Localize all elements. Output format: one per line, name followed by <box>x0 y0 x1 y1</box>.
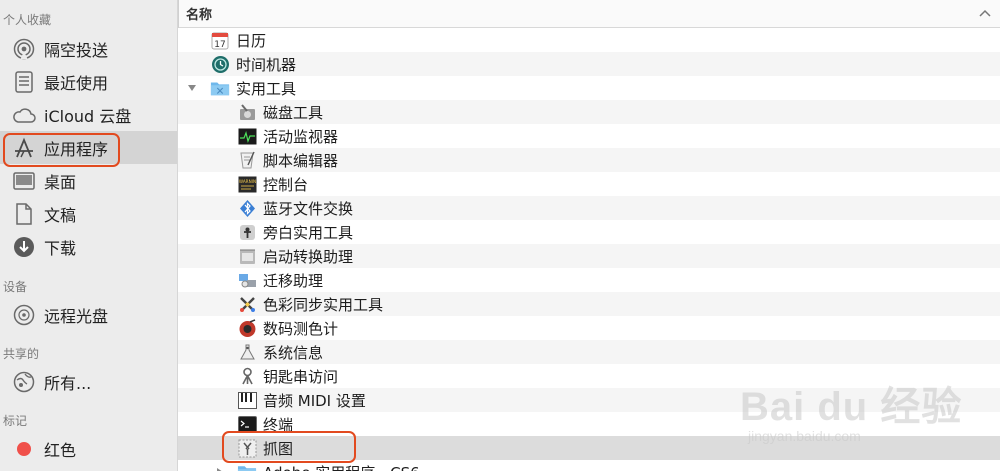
disclosure-collapsed-icon[interactable] <box>214 466 226 471</box>
list-item-label: 蓝牙文件交换 <box>263 199 354 218</box>
system-information-icon <box>237 342 257 362</box>
list-item-time-machine[interactable]: 时间机器 <box>178 52 1000 76</box>
airdrop-icon <box>12 37 36 61</box>
list-item-label: 迁移助理 <box>263 271 324 290</box>
migration-assistant-icon <box>237 270 257 290</box>
list-item-colorsync[interactable]: 色彩同步实用工具 <box>178 292 1000 316</box>
list-item-label: 启动转换助理 <box>263 247 354 266</box>
watermark-url: jingyan.baidu.com <box>748 428 861 444</box>
list-item-migration-assistant[interactable]: 迁移助理 <box>178 268 1000 292</box>
calendar-icon: 17 <box>210 30 230 50</box>
sidebar-item-network-all[interactable]: 所有... <box>0 365 177 398</box>
disk-utility-icon <box>237 102 257 122</box>
red-tag-icon <box>12 437 36 461</box>
sidebar-section-favorites: 个人收藏 <box>3 13 52 27</box>
console-icon: WARNIN <box>237 174 257 194</box>
sidebar-item-tag-red[interactable]: 红色 <box>0 432 177 465</box>
chevron-up-icon[interactable] <box>978 6 992 25</box>
column-header-label: 名称 <box>186 8 213 23</box>
calendar-day: 17 <box>214 40 225 50</box>
list-item-label: 系统信息 <box>263 343 324 362</box>
sidebar-item-recents[interactable]: 最近使用 <box>0 65 177 98</box>
list-item-digital-color-meter[interactable]: 数码测色计 <box>178 316 1000 340</box>
list-item-calendar[interactable]: 17 日历 <box>178 28 1000 52</box>
sidebar-section-shared: 共享的 <box>3 347 40 361</box>
sidebar-item-desktop[interactable]: 桌面 <box>0 164 177 197</box>
activity-monitor-icon <box>237 126 257 146</box>
list-item-label: Adobe 实用程序 - CS6 <box>263 462 420 471</box>
digital-color-meter-icon <box>237 318 257 338</box>
list-item-label: 钥匙串访问 <box>263 367 339 386</box>
sidebar-item-label: 远程光盘 <box>44 306 109 326</box>
sidebar-item-downloads[interactable]: 下载 <box>0 230 177 263</box>
list-item-label: 实用工具 <box>236 79 297 98</box>
list-item-label: 脚本编辑器 <box>263 151 339 170</box>
grab-icon <box>237 438 257 458</box>
sidebar-item-label: 文稿 <box>44 205 77 225</box>
list-item-label: 控制台 <box>263 175 309 194</box>
desktop-icon <box>12 169 36 193</box>
network-icon <box>12 370 36 394</box>
sidebar-section-tags: 标记 <box>3 414 28 428</box>
list-item-label: 日历 <box>236 31 267 50</box>
list-item-label: 时间机器 <box>236 55 297 74</box>
column-separator <box>178 0 179 28</box>
list-item-label: 终端 <box>263 415 294 434</box>
disclosure-expanded-icon[interactable] <box>186 82 198 94</box>
list-item-activity-monitor[interactable]: 活动监视器 <box>178 124 1000 148</box>
recents-icon <box>12 70 36 94</box>
list-item-label: 数码测色计 <box>263 319 339 338</box>
sidebar-item-documents[interactable]: 文稿 <box>0 197 177 230</box>
documents-icon <box>12 202 36 226</box>
list-item-console[interactable]: WARNIN 控制台 <box>178 172 1000 196</box>
sidebar-item-label: 桌面 <box>44 172 77 192</box>
list-item-disk-utility[interactable]: 磁盘工具 <box>178 100 1000 124</box>
list-item-label: 磁盘工具 <box>263 103 324 122</box>
sidebar-item-airdrop[interactable]: 隔空投送 <box>0 32 177 65</box>
list-item-script-editor[interactable]: 脚本编辑器 <box>178 148 1000 172</box>
icloud-icon <box>12 103 36 127</box>
sidebar-item-label: 应用程序 <box>44 139 109 159</box>
list-item-voiceover-utility[interactable]: 旁白实用工具 <box>178 220 1000 244</box>
bluetooth-exchange-icon <box>237 198 257 218</box>
sidebar-item-label: 隔空投送 <box>44 40 109 60</box>
column-header-name[interactable]: 名称 <box>178 0 1000 28</box>
list-item-boot-camp[interactable]: 启动转换助理 <box>178 244 1000 268</box>
applications-icon <box>12 136 36 160</box>
script-editor-icon <box>237 150 257 170</box>
terminal-icon <box>237 414 257 434</box>
remote-disc-icon <box>12 303 36 327</box>
sidebar-item-applications[interactable]: 应用程序 <box>0 131 177 164</box>
list-item-adobe-utilities[interactable]: Adobe 实用程序 - CS6 <box>178 460 1000 471</box>
sidebar: 个人收藏 隔空投送 最近使用 iCloud 云盘 应用程序 桌面 文稿 下载 设… <box>0 0 178 471</box>
utilities-folder-icon <box>210 78 230 98</box>
sidebar-section-devices: 设备 <box>3 280 28 294</box>
sidebar-item-icloud[interactable]: iCloud 云盘 <box>0 98 177 131</box>
audio-midi-icon <box>237 390 257 410</box>
keychain-access-icon <box>237 366 257 386</box>
red-tag-dot <box>17 441 31 456</box>
list-item-label: 活动监视器 <box>263 127 339 146</box>
list-item-label: 音频 MIDI 设置 <box>263 391 366 410</box>
boot-camp-icon <box>237 246 257 266</box>
watermark: Bai du 经验 jingyan.baidu.com <box>740 358 980 458</box>
voiceover-utility-icon <box>237 222 257 242</box>
sidebar-item-label: 最近使用 <box>44 73 109 93</box>
watermark-brand: Bai du 经验 <box>740 385 963 429</box>
list-item-label: 抓图 <box>263 439 294 458</box>
list-item-utilities[interactable]: 实用工具 <box>178 76 1000 100</box>
downloads-icon <box>12 235 36 259</box>
sidebar-item-label: 红色 <box>44 440 77 460</box>
sidebar-item-label: iCloud 云盘 <box>44 106 132 126</box>
list-item-label: 旁白实用工具 <box>263 223 354 242</box>
sidebar-item-remote-disc[interactable]: 远程光盘 <box>0 298 177 331</box>
console-icon-text: WARNIN <box>238 179 255 184</box>
folder-icon <box>237 462 257 471</box>
list-item-bluetooth-exchange[interactable]: 蓝牙文件交换 <box>178 196 1000 220</box>
sidebar-item-label: 所有... <box>44 373 92 393</box>
time-machine-icon <box>210 54 230 74</box>
list-item-label: 色彩同步实用工具 <box>263 295 384 314</box>
sidebar-item-label: 下载 <box>44 238 77 258</box>
colorsync-icon <box>237 294 257 314</box>
